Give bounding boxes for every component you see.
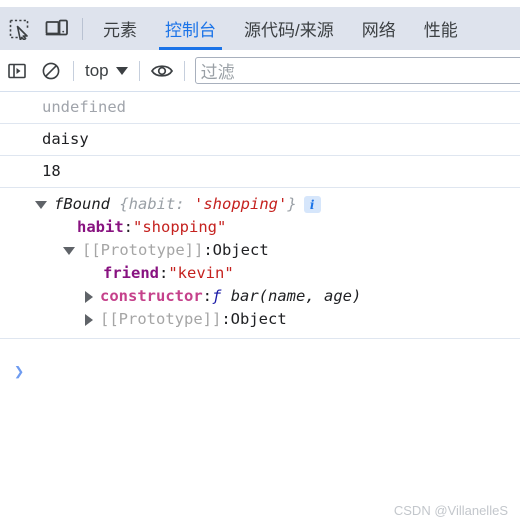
message-text: 18: [42, 162, 61, 180]
property-key: friend: [103, 264, 159, 282]
devtools-window: 元素 控制台 源代码/来源 网络 性能 top 过滤 undefined dai…: [0, 0, 520, 526]
execution-context-label: top: [85, 60, 109, 80]
tab-elements[interactable]: 元素: [89, 7, 151, 50]
clear-console-icon[interactable]: [34, 54, 68, 88]
toolbar-divider: [138, 60, 140, 81]
property-separator: :: [159, 264, 169, 282]
property-separator: :: [203, 241, 213, 259]
tab-label: 性能: [423, 21, 458, 40]
object-property-row[interactable]: habit : "shopping": [0, 216, 520, 239]
property-separator: :: [202, 287, 212, 305]
object-constructor-name: fBound: [54, 195, 110, 213]
property-key: constructor: [100, 287, 203, 305]
info-badge-icon[interactable]: i: [303, 196, 321, 213]
property-key: [[Prototype]]: [82, 241, 204, 259]
console-message-undefined[interactable]: undefined: [0, 92, 520, 124]
function-glyph: ƒ: [212, 287, 222, 305]
tab-label: 控制台: [165, 21, 216, 40]
prompt-chevron-icon: ❯: [14, 362, 25, 382]
property-value: bar(name, age): [230, 287, 362, 305]
tab-label: 源代码/来源: [244, 21, 334, 40]
inspect-element-icon[interactable]: [0, 10, 38, 48]
watermark: CSDN @VillanelleS: [393, 503, 508, 518]
tab-network[interactable]: 网络: [348, 7, 410, 50]
tab-console[interactable]: 控制台: [151, 7, 230, 50]
console-prompt[interactable]: ❯: [0, 358, 520, 386]
console-message-18[interactable]: 18: [0, 156, 520, 188]
console-message-daisy[interactable]: daisy: [0, 124, 520, 156]
eye-icon[interactable]: [145, 54, 179, 88]
message-text: undefined: [42, 98, 126, 116]
execution-context-selector[interactable]: top: [79, 61, 134, 81]
property-value: Object: [212, 241, 269, 259]
triangle-down-icon[interactable]: [63, 246, 75, 255]
triangle-right-icon[interactable]: [85, 290, 93, 303]
triangle-right-icon[interactable]: [85, 313, 93, 326]
device-toolbar-icon[interactable]: [38, 10, 76, 48]
filter-input[interactable]: 过滤: [194, 57, 520, 84]
object-header-row[interactable]: fBound {habit: 'shopping' } i: [0, 193, 520, 216]
triangle-down-icon[interactable]: [35, 200, 47, 209]
object-preview-open: {habit:: [119, 195, 185, 213]
object-constructor-row[interactable]: constructor : ƒ bar(name, age): [0, 285, 520, 308]
tab-label: 网络: [361, 21, 396, 40]
sidebar-toggle-icon[interactable]: [0, 54, 34, 88]
tab-sources[interactable]: 源代码/来源: [230, 7, 348, 50]
property-separator: :: [221, 310, 231, 328]
chevron-down-icon: [115, 66, 128, 75]
toolbar-divider: [73, 60, 74, 81]
filter-placeholder: 过滤: [200, 63, 235, 82]
property-key: [[Prototype]]: [100, 310, 222, 328]
console-message-object[interactable]: fBound {habit: 'shopping' } i habit : "s…: [0, 188, 520, 339]
object-preview-close: }: [287, 195, 297, 213]
property-value: Object: [230, 310, 287, 328]
property-value: "shopping": [133, 218, 227, 236]
devtools-tabbar: 元素 控制台 源代码/来源 网络 性能: [0, 7, 520, 50]
console-toolbar: top 过滤: [0, 50, 520, 92]
tab-performance[interactable]: 性能: [410, 7, 472, 50]
message-text: daisy: [42, 130, 89, 148]
toolbar-divider: [183, 60, 185, 81]
object-prototype-row-nested[interactable]: [[Prototype]] : Object: [0, 308, 520, 331]
tab-label: 元素: [103, 21, 137, 40]
tabbar-divider: [82, 17, 83, 40]
object-preview-value: 'shopping': [194, 195, 288, 213]
object-property-row[interactable]: friend : "kevin": [0, 262, 520, 285]
property-value: "kevin": [168, 264, 234, 282]
property-separator: :: [123, 218, 134, 236]
console-message-list: undefined daisy 18 fBound {habit: 'shopp…: [0, 92, 520, 339]
object-prototype-row[interactable]: [[Prototype]] : Object: [0, 239, 520, 262]
property-key: habit: [77, 218, 124, 236]
